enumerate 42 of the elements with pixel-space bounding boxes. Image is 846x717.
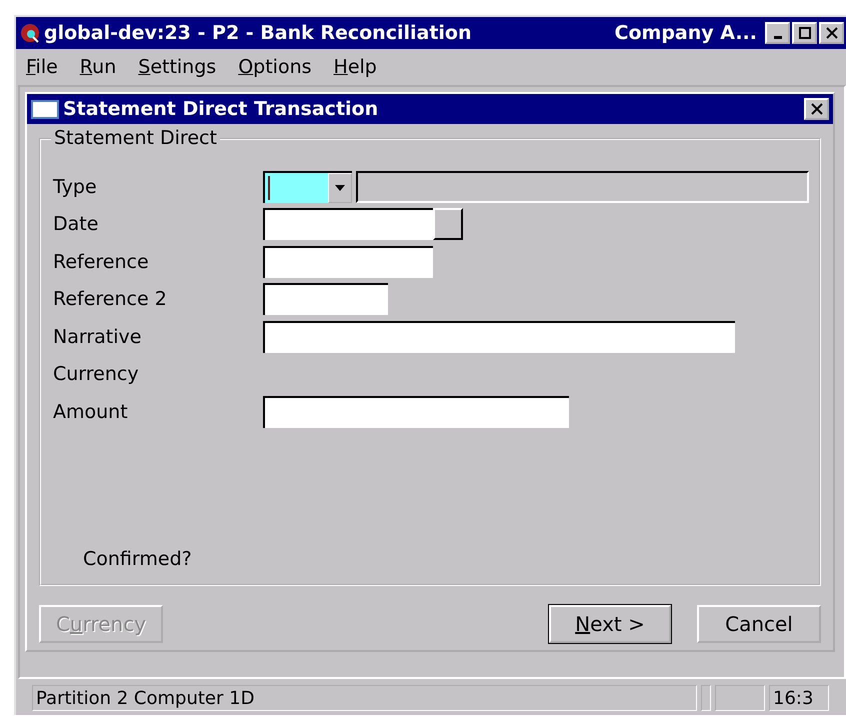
dropdown-button[interactable] [328,172,352,203]
minimize-icon [774,36,782,38]
window-title: global-dev:23 - P2 - Bank Reconciliation [44,22,472,44]
maximize-button[interactable] [792,22,817,44]
input-field[interactable] [263,396,569,428]
menu-item[interactable]: File [26,56,58,78]
company-label: Company A... [614,22,757,44]
field-label: Amount [53,400,129,423]
input-field[interactable] [263,283,388,316]
confirm-prompt: Confirmed? [83,548,193,570]
type-dropdown[interactable] [263,170,352,203]
menu-item[interactable]: Run [80,56,116,78]
close-icon [826,27,838,39]
minimize-button[interactable] [765,22,790,44]
status-pane [715,685,765,711]
field-label: Date [53,213,100,236]
close-button[interactable] [819,22,844,44]
dialog-button[interactable]: Cancel [697,605,821,643]
maximize-icon [798,27,810,39]
field-label: Reference [53,250,150,273]
menu-item[interactable]: Settings [138,56,216,78]
type-input[interactable] [265,172,328,203]
globe-icon [19,22,41,44]
dialog-title: Statement Direct Transaction [63,98,378,120]
dialog-button[interactable]: Next > [549,605,671,643]
caret-icon [335,184,345,191]
date-picker-button[interactable] [433,208,463,240]
status-text: Partition 2 Computer 1D [32,685,697,711]
input-field[interactable] [263,320,735,353]
input-field[interactable] [263,208,433,240]
menu-item[interactable]: Help [334,56,377,78]
field-label: Reference 2 [53,288,168,310]
field-label: Currency [53,363,140,386]
status-pane [701,685,711,711]
close-icon [810,103,822,115]
status-time: 16:3 [769,685,829,711]
menu-item[interactable]: Options [238,56,312,78]
window-icon [31,99,59,119]
field-label: Type [53,176,98,198]
close-button[interactable] [804,98,829,120]
field-label: Narrative [53,326,142,348]
input-field[interactable] [263,246,433,278]
